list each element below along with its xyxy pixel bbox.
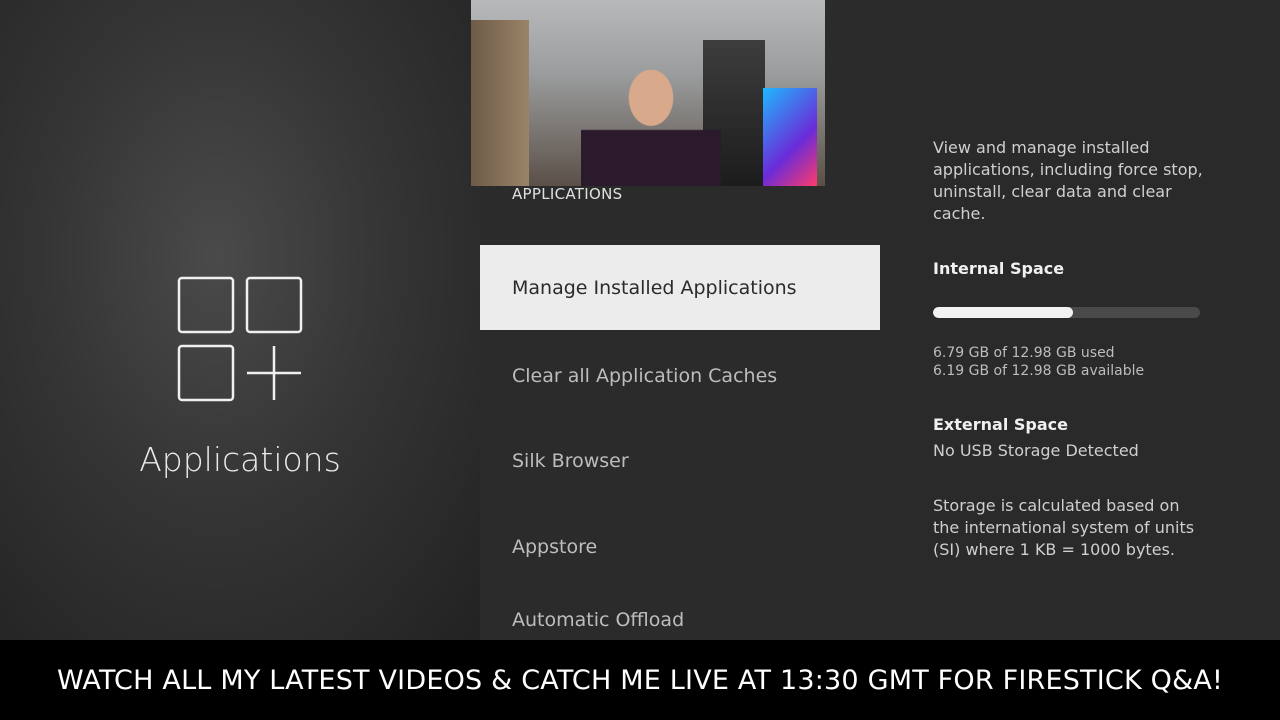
banner-text: WATCH ALL MY LATEST VIDEOS & CATCH ME LI… bbox=[56, 664, 1224, 696]
storage-note: Storage is calculated based on the inter… bbox=[933, 496, 1195, 559]
description-text: View and manage installed applications, … bbox=[933, 138, 1203, 223]
webcam-overlay bbox=[471, 0, 825, 186]
internal-used-text: 6.79 GB of 12.98 GB used bbox=[933, 345, 1115, 361]
category-panel: Applications bbox=[0, 0, 480, 640]
bottom-banner: WATCH ALL MY LATEST VIDEOS & CATCH ME LI… bbox=[0, 640, 1280, 720]
section-title: APPLICATIONS bbox=[512, 185, 623, 203]
menu-item-appstore[interactable]: Appstore bbox=[480, 504, 880, 589]
internal-space-progress bbox=[933, 307, 1200, 318]
external-space-label: External Space bbox=[933, 415, 1068, 434]
webcam-pc-lights bbox=[763, 88, 817, 186]
webcam-person bbox=[581, 60, 721, 186]
applications-grid-plus-icon bbox=[177, 276, 303, 402]
webcam-shelf bbox=[471, 20, 529, 186]
internal-available-text: 6.19 GB of 12.98 GB available bbox=[933, 363, 1145, 379]
external-space-value: No USB Storage Detected bbox=[933, 441, 1139, 460]
menu-item-manage-installed-applications[interactable]: Manage Installed Applications bbox=[480, 245, 880, 330]
internal-space-progress-fill bbox=[933, 307, 1073, 318]
details-panel: View and manage installed applications, … bbox=[880, 0, 1280, 640]
menu-item-clear-all-application-caches[interactable]: Clear all Application Caches bbox=[480, 333, 880, 418]
menu-item-silk-browser[interactable]: Silk Browser bbox=[480, 418, 880, 503]
category-title: Applications bbox=[139, 440, 341, 479]
internal-space-label: Internal Space bbox=[933, 259, 1065, 278]
